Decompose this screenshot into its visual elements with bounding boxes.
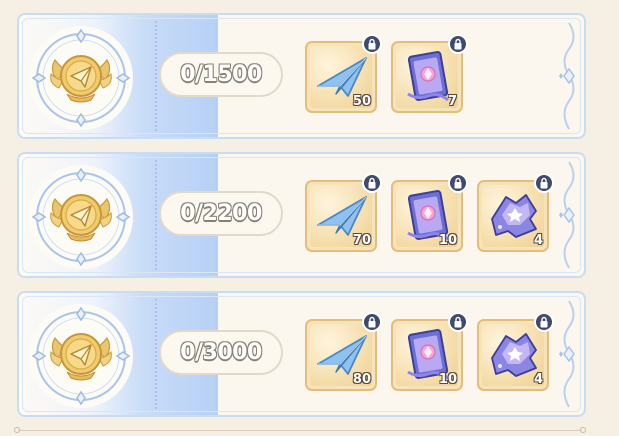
lock-icon (534, 312, 554, 332)
reward-item-2[interactable]: 10 (391, 173, 468, 252)
lock-icon (362, 312, 382, 332)
lock-icon (448, 173, 468, 193)
progress-text: 0/2200 (180, 201, 262, 226)
gold-paper-plane-medal-icon (27, 24, 135, 132)
reward-item-count: 50 (352, 94, 371, 109)
reward-item-count: 4 (533, 372, 543, 387)
lock-icon (534, 173, 554, 193)
ornament-decoration (556, 299, 582, 409)
reward-item-3[interactable]: 4 (477, 173, 554, 252)
ornament-decoration (556, 160, 582, 270)
divider-dot-left (14, 427, 20, 433)
dotted-divider (155, 160, 157, 270)
bottom-divider (17, 430, 586, 431)
reward-item-2[interactable]: 7 (391, 34, 468, 113)
reward-tier-row-3: 0/3000 80 10 4 (17, 291, 586, 417)
progress-text: 0/1500 (180, 62, 262, 87)
lock-icon (362, 34, 382, 54)
reward-item-count: 80 (352, 372, 371, 387)
ornament-decoration (556, 21, 582, 131)
progress-text: 0/3000 (180, 340, 262, 365)
reward-item-count: 10 (438, 372, 457, 387)
gold-paper-plane-medal-icon (27, 302, 135, 410)
reward-item-count: 10 (438, 233, 457, 248)
reward-tier-row-1: 0/1500 50 7 (17, 13, 586, 139)
reward-item-1[interactable]: 70 (305, 173, 382, 252)
reward-item-1[interactable]: 80 (305, 312, 382, 391)
reward-item-1[interactable]: 50 (305, 34, 382, 113)
reward-item-2[interactable]: 10 (391, 312, 468, 391)
reward-tier-row-2: 0/2200 70 10 4 (17, 152, 586, 278)
progress-counter: 0/3000 (159, 330, 283, 375)
reward-item-count: 4 (533, 233, 543, 248)
lock-icon (362, 173, 382, 193)
reward-item-count: 7 (447, 94, 457, 109)
dotted-divider (155, 21, 157, 131)
gold-paper-plane-medal-icon (27, 163, 135, 271)
reward-item-count: 70 (352, 233, 371, 248)
lock-icon (448, 34, 468, 54)
reward-item-3[interactable]: 4 (477, 312, 554, 391)
dotted-divider (155, 299, 157, 409)
progress-counter: 0/2200 (159, 191, 283, 236)
divider-dot-right (580, 427, 586, 433)
lock-icon (448, 312, 468, 332)
progress-counter: 0/1500 (159, 52, 283, 97)
